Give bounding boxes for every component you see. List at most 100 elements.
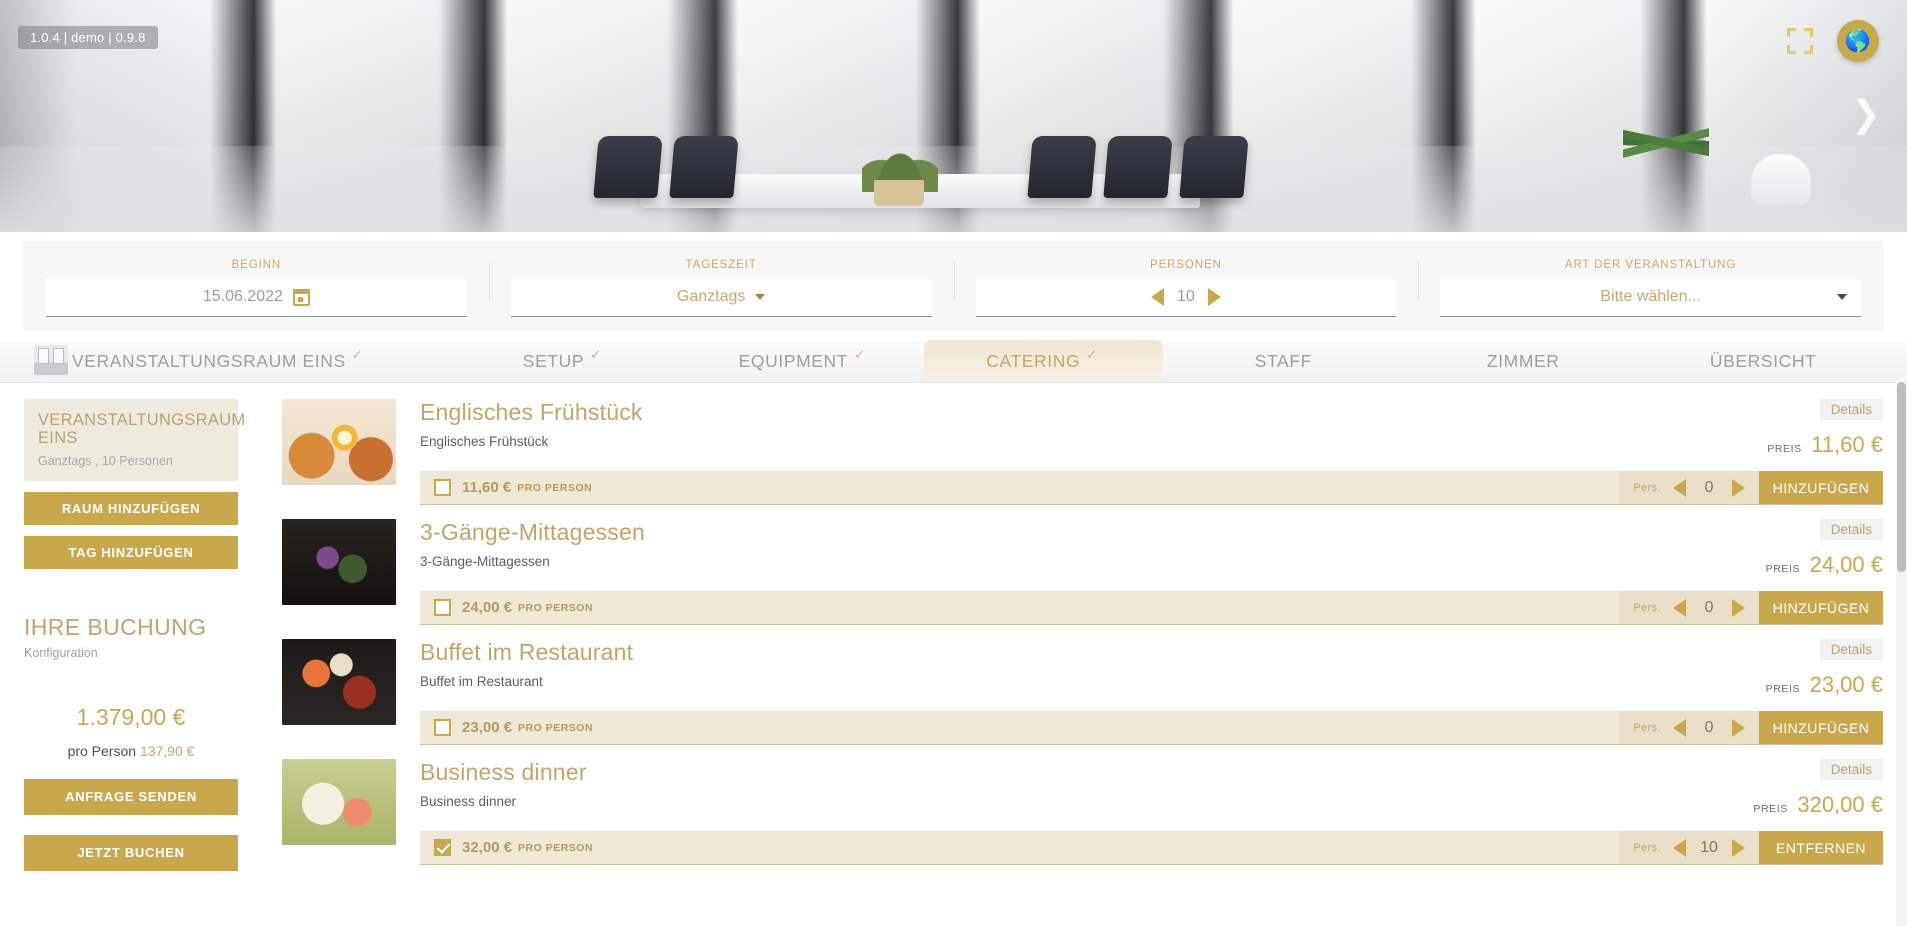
item-quantity-stepper[interactable]: Pers. 10 [1619, 831, 1759, 864]
chair [1027, 136, 1097, 198]
field-label-beginn: BEGINN [231, 259, 282, 271]
item-thumbnail[interactable] [282, 399, 396, 485]
event-type-select[interactable]: Bitte wählen... [1440, 278, 1861, 317]
item-unit-label: PRO PERSON [518, 601, 594, 614]
check-icon: ✓ [351, 347, 364, 362]
item-checkbox[interactable] [434, 719, 451, 736]
increment-icon[interactable] [1732, 718, 1745, 737]
item-quantity-stepper[interactable]: Pers. 0 [1619, 471, 1759, 504]
persons-short-label: Pers. [1633, 601, 1661, 614]
tab-catering[interactable]: CATERING ✓ [923, 340, 1164, 382]
chevron-down-icon [1837, 294, 1847, 300]
item-price: PREIS 320,00 € [1753, 792, 1883, 818]
field-label-personen: PERSONEN [1150, 259, 1222, 271]
add-room-button[interactable]: RAUM HINZUFÜGEN [24, 491, 238, 525]
details-button[interactable]: Details [1819, 639, 1883, 660]
increment-persons-icon[interactable] [1207, 288, 1221, 306]
increment-icon[interactable] [1732, 838, 1745, 857]
add-item-button[interactable]: HINZUFÜGEN [1759, 591, 1883, 624]
item-checkbox[interactable] [434, 479, 451, 496]
item-price: PREIS 24,00 € [1766, 552, 1883, 578]
room-summary-card[interactable]: VERANSTALTUNGSRAUM EINS Ganztags , 10 Pe… [24, 399, 245, 481]
tab-uebersicht[interactable]: ÜBERSICHT [1643, 340, 1883, 382]
decrement-icon[interactable] [1673, 838, 1686, 857]
check-icon: ✓ [590, 347, 602, 362]
add-item-button[interactable]: HINZUFÜGEN [1759, 471, 1883, 504]
booking-subtitle: Konfiguration [24, 645, 98, 660]
persons-stepper[interactable]: 10 [975, 278, 1397, 317]
price-value: 11,60 € [1811, 432, 1883, 457]
field-label-tageszeit: TAGESZEIT [685, 259, 757, 271]
room-card-subtitle: Ganztags , 10 Personen [38, 453, 173, 468]
item-quantity: 0 [1704, 718, 1714, 736]
room-icon [34, 345, 68, 375]
price-label: PREIS [1767, 443, 1802, 455]
details-button[interactable]: Details [1819, 519, 1883, 540]
item-title: 3-Gänge-Mittagessen [420, 519, 645, 545]
decrement-persons-icon[interactable] [1150, 288, 1164, 306]
tab-veranstaltungsraum-eins[interactable]: VERANSTALTUNGSRAUM EINS ✓ [24, 340, 444, 382]
item-quantity: 0 [1704, 598, 1714, 616]
tab-staff[interactable]: STAFF [1163, 340, 1403, 382]
fullscreen-icon[interactable] [1787, 28, 1813, 54]
daytime-select[interactable]: Ganztags [510, 278, 932, 317]
item-selection-row: 32,00 € PRO PERSON Pers. 10 ENTFERNEN [420, 831, 1883, 865]
book-now-button[interactable]: JETZT BUCHEN [24, 834, 238, 871]
item-content: Business dinner Business dinner Details … [420, 759, 1883, 865]
price-label: PREIS [1753, 803, 1788, 815]
tab-label: CATERING [986, 350, 1081, 371]
remove-item-button[interactable]: ENTFERNEN [1759, 831, 1883, 864]
sidebar: VERANSTALTUNGSRAUM EINS Ganztags , 10 Pe… [0, 383, 262, 879]
item-unit-price: 23,00 € [462, 719, 513, 736]
increment-icon[interactable] [1732, 598, 1745, 617]
field-art-der-veranstaltung: ART DER VERANSTALTUNG Bitte wählen... [1418, 241, 1883, 317]
decrement-icon[interactable] [1673, 718, 1686, 737]
scrollbar-thumb[interactable] [1897, 382, 1906, 572]
add-item-button[interactable]: HINZUFÜGEN [1759, 711, 1883, 744]
decrement-icon[interactable] [1673, 478, 1686, 497]
daytime-value: Ganztags [676, 288, 746, 305]
item-thumbnail[interactable] [282, 639, 396, 725]
item-quantity-stepper[interactable]: Pers. 0 [1619, 711, 1759, 744]
item-quantity: 10 [1700, 838, 1718, 856]
item-checkbox[interactable] [434, 839, 451, 856]
item-price: PREIS 11,60 € [1767, 432, 1883, 458]
check-icon: ✓ [1086, 347, 1098, 362]
persons-short-label: Pers. [1633, 481, 1661, 494]
per-person-price: 137,90 € [139, 742, 195, 759]
item-quantity-stepper[interactable]: Pers. 0 [1619, 591, 1759, 624]
per-person-label: pro Person [67, 742, 137, 759]
details-button[interactable]: Details [1819, 759, 1883, 780]
hero-banner: 1.0.4 | demo | 0.9.8 🌎 ❯ [0, 0, 1907, 232]
tab-equipment[interactable]: EQUIPMENT ✓ [684, 340, 924, 382]
version-badge: 1.0.4 | demo | 0.9.8 [18, 26, 158, 49]
item-checkbox[interactable] [434, 599, 451, 616]
price-value: 23,00 € [1809, 672, 1883, 697]
item-description: 3-Gänge-Mittagessen [420, 554, 550, 569]
chair [1179, 136, 1249, 198]
globe-icon[interactable]: 🌎 [1837, 20, 1879, 62]
list-item: Englisches Frühstück Englisches Frühstüc… [282, 399, 1883, 505]
decrement-icon[interactable] [1673, 598, 1686, 617]
step-tabs: VERANSTALTUNGSRAUM EINS ✓ SETUP ✓ EQUIPM… [0, 340, 1907, 383]
increment-icon[interactable] [1732, 478, 1745, 497]
item-title: Buffet im Restaurant [420, 639, 634, 665]
field-personen: PERSONEN 10 [953, 241, 1419, 317]
tab-zimmer[interactable]: ZIMMER [1403, 340, 1643, 382]
item-selection-row: 24,00 € PRO PERSON Pers. 0 HINZUFÜGEN [420, 591, 1883, 625]
send-request-button[interactable]: ANFRAGE SENDEN [24, 778, 238, 815]
item-selection-row: 23,00 € PRO PERSON Pers. 0 HINZUFÜGEN [420, 711, 1883, 745]
persons-short-label: Pers. [1633, 721, 1661, 734]
item-description: Englisches Frühstück [420, 434, 549, 449]
item-content: 3-Gänge-Mittagessen 3-Gänge-Mittagessen … [420, 519, 1883, 625]
item-thumbnail[interactable] [282, 519, 396, 605]
booking-total-price: 1.379,00 € [76, 703, 186, 730]
tab-setup[interactable]: SETUP ✓ [444, 340, 684, 382]
next-slide-arrow-icon[interactable]: ❯ [1851, 96, 1881, 132]
field-label-event-type: ART DER VERANSTALTUNG [1564, 259, 1737, 271]
item-thumbnail[interactable] [282, 759, 396, 845]
add-day-button[interactable]: TAG HINZUFÜGEN [24, 535, 238, 569]
details-button[interactable]: Details [1819, 399, 1883, 420]
calendar-icon[interactable] [292, 288, 310, 306]
date-input[interactable]: 15.06.2022 [46, 278, 467, 317]
